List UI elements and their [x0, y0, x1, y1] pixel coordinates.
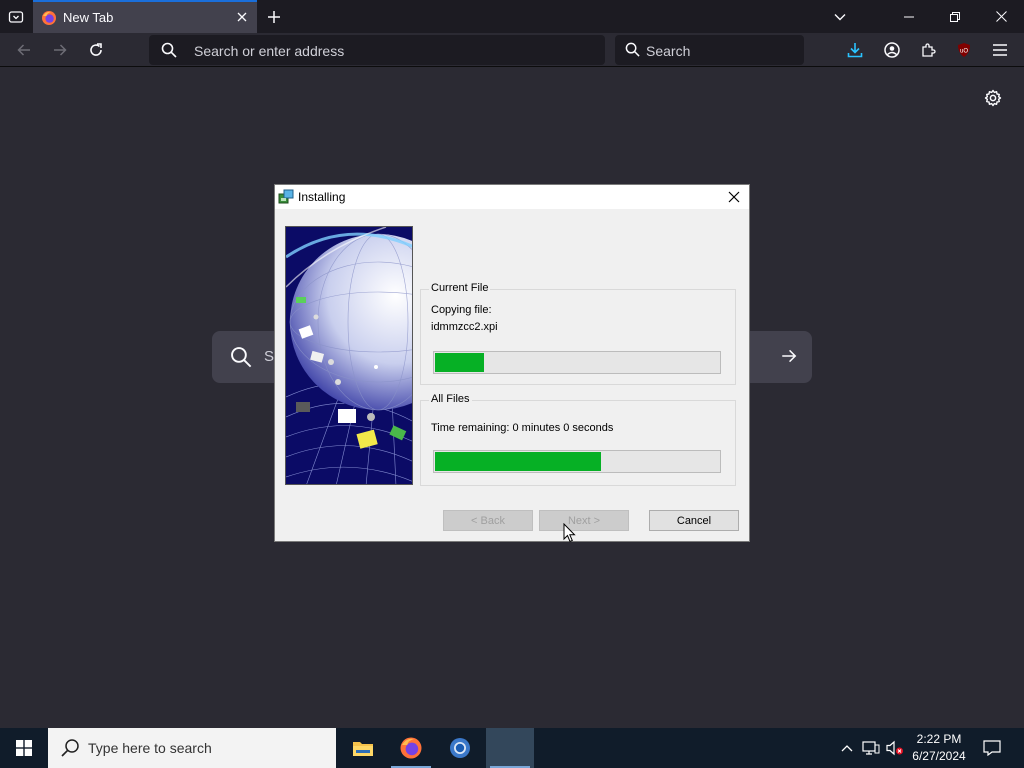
- volume-muted-icon: [886, 740, 903, 756]
- chrome-taskbar-button[interactable]: [436, 728, 484, 768]
- forward-button[interactable]: [47, 38, 73, 62]
- time-remaining-label: Time remaining: 0 minutes 0 seconds: [431, 422, 614, 434]
- back-button[interactable]: < Back: [443, 510, 533, 531]
- ublock-shield-icon: uO: [958, 43, 970, 57]
- plus-icon: [268, 11, 280, 23]
- arrow-right-icon[interactable]: [780, 347, 798, 365]
- taskbar-search-box[interactable]: Type here to search: [48, 728, 336, 768]
- tab-list-button[interactable]: [4, 5, 28, 29]
- close-tab-button[interactable]: [233, 8, 251, 26]
- current-file-progress-fill: [435, 353, 484, 372]
- chrome-icon: [450, 738, 470, 758]
- next-button[interactable]: Next >: [539, 510, 629, 531]
- tab-title: New Tab: [63, 10, 114, 25]
- close-icon: [728, 191, 740, 203]
- windows-taskbar: Type here to search 2:22 PM 6/27/2024: [0, 728, 1024, 768]
- network-icon: [862, 741, 880, 755]
- installer-taskbar-button[interactable]: [486, 728, 534, 768]
- current-file-legend: Current File: [429, 282, 491, 294]
- notification-icon: [983, 740, 1001, 756]
- tab-bar: New Tab: [0, 0, 1024, 33]
- chevron-down-icon: [834, 14, 846, 21]
- search-bar[interactable]: Search: [615, 35, 804, 65]
- downloads-button[interactable]: [842, 38, 868, 62]
- show-hidden-icons-button[interactable]: [838, 728, 856, 768]
- globe-network-illustration: [286, 227, 412, 484]
- close-window-button[interactable]: [978, 0, 1024, 33]
- search-icon: [231, 347, 252, 368]
- restore-icon: [950, 11, 960, 22]
- extensions-button[interactable]: [915, 38, 941, 62]
- account-icon: [884, 42, 900, 58]
- new-tab-button[interactable]: [262, 5, 286, 29]
- file-explorer-taskbar-button[interactable]: [339, 728, 387, 768]
- all-files-progress-fill: [435, 452, 601, 471]
- taskbar-search-placeholder: Type here to search: [88, 740, 212, 756]
- address-bar[interactable]: Search or enter address: [149, 35, 605, 65]
- reload-button[interactable]: [83, 38, 109, 62]
- close-icon: [995, 11, 1007, 22]
- download-icon: [847, 43, 863, 58]
- firefox-icon: [42, 11, 56, 25]
- svg-text:uO: uO: [960, 49, 968, 55]
- taskbar-clock[interactable]: 2:22 PM 6/27/2024: [906, 731, 972, 765]
- restore-button[interactable]: [932, 0, 978, 33]
- address-bar-placeholder: Search or enter address: [194, 43, 345, 59]
- puzzle-icon: [922, 43, 936, 57]
- app-menu-button[interactable]: [987, 38, 1013, 62]
- minimize-button[interactable]: [886, 0, 932, 33]
- account-button[interactable]: [879, 38, 905, 62]
- mouse-cursor-icon: [563, 523, 576, 543]
- arrow-right-icon: [54, 44, 67, 56]
- dialog-close-button[interactable]: [723, 186, 745, 208]
- current-file-progress-bar: [433, 351, 721, 374]
- new-tab-search-placeholder: S: [264, 348, 275, 365]
- installing-dialog: Installing Current File Copying file: id…: [274, 184, 750, 542]
- volume-tray-button[interactable]: [884, 728, 906, 768]
- current-filename: idmmzcc2.xpi: [431, 321, 498, 333]
- back-button[interactable]: [11, 38, 37, 62]
- tab-list-icon: [8, 11, 24, 23]
- search-icon: [625, 42, 640, 57]
- chevron-up-icon: [841, 745, 853, 752]
- installer-banner-image: [285, 226, 413, 485]
- hamburger-menu-icon: [993, 44, 1007, 56]
- navigation-toolbar: Search or enter address Search uO: [0, 33, 1024, 67]
- folder-icon: [353, 742, 373, 756]
- firefox-icon: [400, 737, 422, 759]
- firefox-taskbar-button[interactable]: [387, 728, 435, 768]
- clock-time: 2:22 PM: [916, 732, 962, 746]
- tab-new-tab[interactable]: New Tab: [33, 0, 257, 33]
- search-icon: [61, 739, 79, 757]
- search-bar-placeholder: Search: [646, 43, 691, 59]
- all-files-legend: All Files: [429, 393, 472, 405]
- cancel-button[interactable]: Cancel: [649, 510, 739, 531]
- start-button[interactable]: [0, 728, 48, 768]
- all-files-progress-bar: [433, 450, 721, 473]
- clock-date: 6/27/2024: [912, 749, 966, 763]
- copying-file-label: Copying file:: [431, 304, 492, 316]
- arrow-left-icon: [17, 44, 30, 56]
- search-icon: [161, 42, 177, 58]
- network-tray-button[interactable]: [860, 728, 882, 768]
- dialog-title: Installing: [298, 190, 346, 204]
- all-files-group: All Files Time remaining: 0 minutes 0 se…: [420, 393, 736, 486]
- reload-icon: [90, 43, 102, 56]
- ublock-origin-button[interactable]: uO: [951, 38, 977, 62]
- close-icon: [237, 12, 247, 22]
- windows-logo-icon: [16, 740, 32, 756]
- customize-new-tab-button[interactable]: [982, 87, 1004, 109]
- installer-icon: [278, 189, 294, 204]
- action-center-button[interactable]: [978, 728, 1006, 768]
- minimize-icon: [904, 16, 914, 17]
- list-all-tabs-button[interactable]: [828, 5, 852, 29]
- current-file-group: Current File Copying file: idmmzcc2.xpi: [420, 282, 736, 385]
- dialog-titlebar[interactable]: Installing: [275, 185, 749, 209]
- gear-icon: [984, 89, 1002, 107]
